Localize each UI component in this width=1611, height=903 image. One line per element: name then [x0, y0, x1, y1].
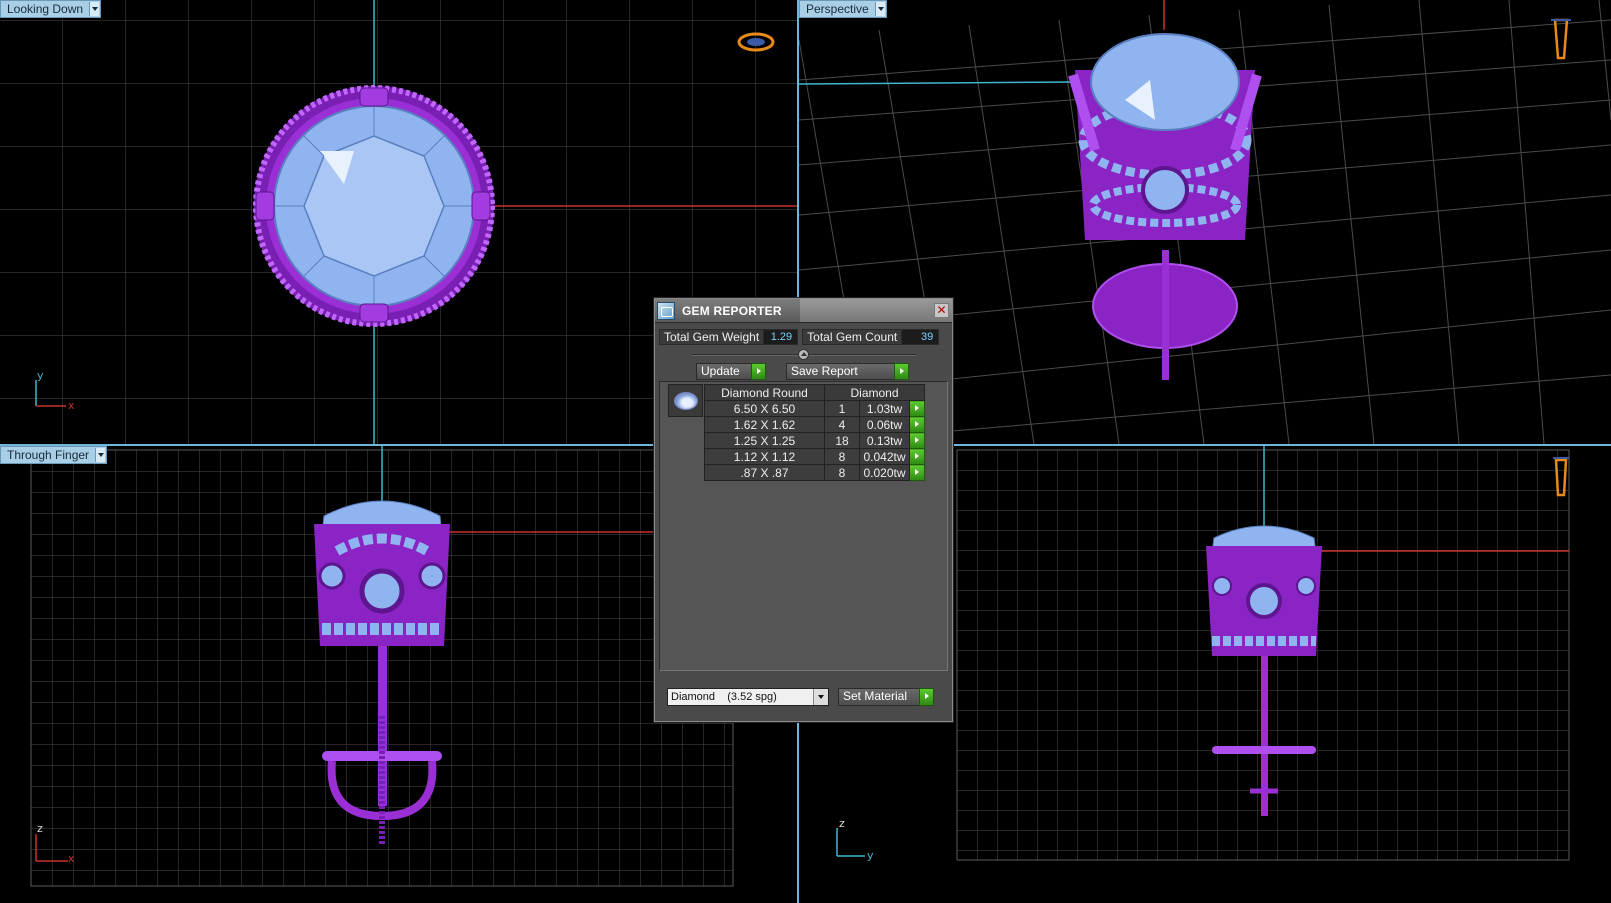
dialog-title-bar[interactable]: GEM REPORTER ✕: [655, 299, 952, 323]
viewport-label-through-finger[interactable]: Through Finger: [0, 446, 108, 464]
gem-count: 4: [824, 416, 860, 433]
gem-count: 18: [824, 432, 860, 449]
viewport-title: Perspective: [806, 2, 869, 16]
table-header-row: Diamond Round Diamond: [704, 384, 925, 401]
gem-weight: 0.06tw: [859, 416, 910, 433]
viewport-title: Through Finger: [7, 448, 90, 462]
table-row[interactable]: 1.12 X 1.12 8 0.042tw: [704, 448, 925, 465]
set-material-button[interactable]: Set Material: [838, 688, 934, 706]
play-arrow-icon: [919, 688, 934, 706]
totals-row: Total Gem Weight 1.29 Total Gem Count 39: [659, 329, 948, 345]
gem-size: 1.25 X 1.25: [704, 432, 825, 449]
select-row-arrow-icon[interactable]: [909, 432, 925, 449]
gem-size: 1.12 X 1.12: [704, 448, 825, 465]
select-row-arrow-icon[interactable]: [909, 400, 925, 417]
chevron-down-icon[interactable]: [95, 448, 106, 462]
save-report-button[interactable]: Save Report: [786, 363, 909, 380]
axis-y-label: y: [867, 849, 874, 862]
gem-weight: 0.020tw: [859, 464, 910, 481]
gem-count: 1: [824, 400, 860, 417]
material-select[interactable]: Diamond (3.52 spg): [667, 688, 829, 706]
gem-weight: 1.03tw: [859, 400, 910, 417]
viewport-label-looking-down[interactable]: Looking Down: [0, 0, 102, 18]
total-gem-count-label: Total Gem Count: [807, 330, 898, 344]
earring-perspective-view: [1068, 33, 1262, 380]
gem-shape-thumbnail[interactable]: [668, 384, 703, 417]
table-row[interactable]: 1.62 X 1.62 4 0.06tw: [704, 416, 925, 433]
update-button-label: Update: [701, 364, 740, 378]
close-button[interactable]: ✕: [934, 303, 949, 318]
material-select-value: Diamond (3.52 spg): [671, 691, 777, 703]
column-header-material: Diamond: [824, 384, 925, 401]
chevron-down-icon[interactable]: [89, 2, 100, 16]
column-header-shape: Diamond Round: [704, 384, 825, 401]
chevron-down-icon[interactable]: [813, 689, 828, 705]
gem-weight: 0.042tw: [859, 448, 910, 465]
viewport-title: Looking Down: [7, 2, 84, 16]
gem-size: 1.62 X 1.62: [704, 416, 825, 433]
gem-count: 8: [824, 448, 860, 465]
axis-z-label: z: [37, 822, 43, 835]
gem-reporter-app-icon: [657, 301, 675, 320]
gem-size: 6.50 X 6.50: [704, 400, 825, 417]
select-row-arrow-icon[interactable]: [909, 448, 925, 465]
viewport-label-perspective[interactable]: Perspective: [799, 0, 887, 18]
table-row[interactable]: 6.50 X 6.50 1 1.03tw: [704, 400, 925, 417]
gem-count: 8: [824, 464, 860, 481]
axis-x-label: x: [68, 852, 75, 865]
select-row-arrow-icon[interactable]: [909, 464, 925, 481]
axis-y-label: y: [37, 369, 44, 382]
select-row-arrow-icon[interactable]: [909, 416, 925, 433]
table-row[interactable]: 1.25 X 1.25 18 0.13tw: [704, 432, 925, 449]
gem-list-panel[interactable]: Diamond Round Diamond 6.50 X 6.50 1 1.03…: [659, 381, 948, 671]
total-gem-weight-label: Total Gem Weight: [664, 330, 760, 344]
gem-weight: 0.13tw: [859, 432, 910, 449]
table-row[interactable]: .87 X .87 8 0.020tw: [704, 464, 925, 481]
total-gem-count-value: 39: [901, 330, 939, 344]
earring-top-view: [253, 85, 495, 327]
axis-x-label: x: [68, 399, 75, 412]
round-diamond-icon: [674, 392, 698, 410]
chevron-up-icon[interactable]: [798, 349, 809, 360]
view-orientation-gizmo: [1551, 18, 1571, 60]
axis-z-label: z: [839, 817, 845, 830]
total-gem-count: Total Gem Count 39: [802, 329, 940, 345]
play-arrow-icon: [751, 363, 766, 380]
chevron-down-icon[interactable]: [874, 2, 885, 16]
title-bar-background: [800, 299, 952, 322]
set-material-button-label: Set Material: [843, 689, 908, 703]
gem-reporter-dialog[interactable]: GEM REPORTER ✕ Total Gem Weight 1.29 Tot…: [654, 298, 953, 722]
gem-table: Diamond Round Diamond 6.50 X 6.50 1 1.03…: [704, 384, 925, 481]
save-report-button-label: Save Report: [791, 364, 858, 378]
dialog-title: GEM REPORTER: [682, 303, 782, 318]
update-button[interactable]: Update: [696, 363, 766, 380]
play-arrow-icon: [894, 363, 909, 380]
gem-size: .87 X .87: [704, 464, 825, 481]
total-gem-weight-value: 1.29: [763, 330, 798, 344]
total-gem-weight: Total Gem Weight 1.29: [659, 329, 799, 345]
